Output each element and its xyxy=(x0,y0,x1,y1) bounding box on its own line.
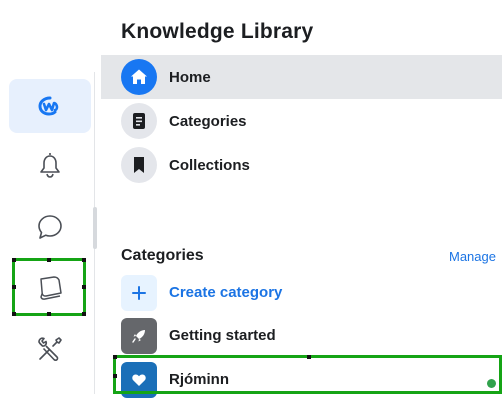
selection-highlight xyxy=(113,355,502,394)
workplace-logo-icon xyxy=(37,95,63,117)
resize-handle xyxy=(12,312,16,316)
left-rail xyxy=(6,72,95,394)
rail-workplace-button[interactable] xyxy=(9,79,91,133)
resize-handle xyxy=(47,312,51,316)
bookmark-icon xyxy=(121,147,157,183)
category-label: Getting started xyxy=(169,327,276,344)
resize-handle xyxy=(12,258,16,262)
nav-item-label: Collections xyxy=(169,156,250,174)
home-icon xyxy=(121,59,157,95)
nav-item-label: Home xyxy=(169,68,211,86)
resize-handle xyxy=(12,285,16,289)
resize-handle xyxy=(113,374,117,378)
resize-handle xyxy=(113,355,117,359)
document-icon xyxy=(121,103,157,139)
rail-scrollbar[interactable] xyxy=(93,207,97,249)
rail-tools-button[interactable] xyxy=(9,322,91,376)
bell-icon xyxy=(37,151,63,179)
nav-item-categories[interactable]: Categories xyxy=(101,99,502,143)
plus-icon xyxy=(121,275,157,311)
resize-handle xyxy=(82,285,86,289)
rail-chat-button[interactable] xyxy=(9,200,91,254)
rocket-icon xyxy=(121,318,157,354)
tools-icon xyxy=(35,334,65,364)
category-item-getting-started[interactable]: Getting started xyxy=(101,316,502,356)
nav-item-collections[interactable]: Collections xyxy=(101,143,502,187)
chat-bubble-icon xyxy=(36,213,64,241)
create-category-label: Create category xyxy=(169,284,283,301)
resize-handle xyxy=(82,312,86,316)
create-category-button[interactable]: Create category xyxy=(101,273,502,313)
selection-highlight xyxy=(12,258,86,316)
resize-handle xyxy=(82,258,86,262)
nav-item-label: Categories xyxy=(169,112,247,130)
rail-notifications-button[interactable] xyxy=(9,138,91,192)
resize-handle xyxy=(307,355,311,359)
page-title: Knowledge Library xyxy=(121,20,314,43)
categories-heading: Categories xyxy=(121,247,204,264)
nav-item-home[interactable]: Home xyxy=(101,55,502,99)
manage-link[interactable]: Manage xyxy=(449,249,496,264)
resize-handle xyxy=(47,258,51,262)
